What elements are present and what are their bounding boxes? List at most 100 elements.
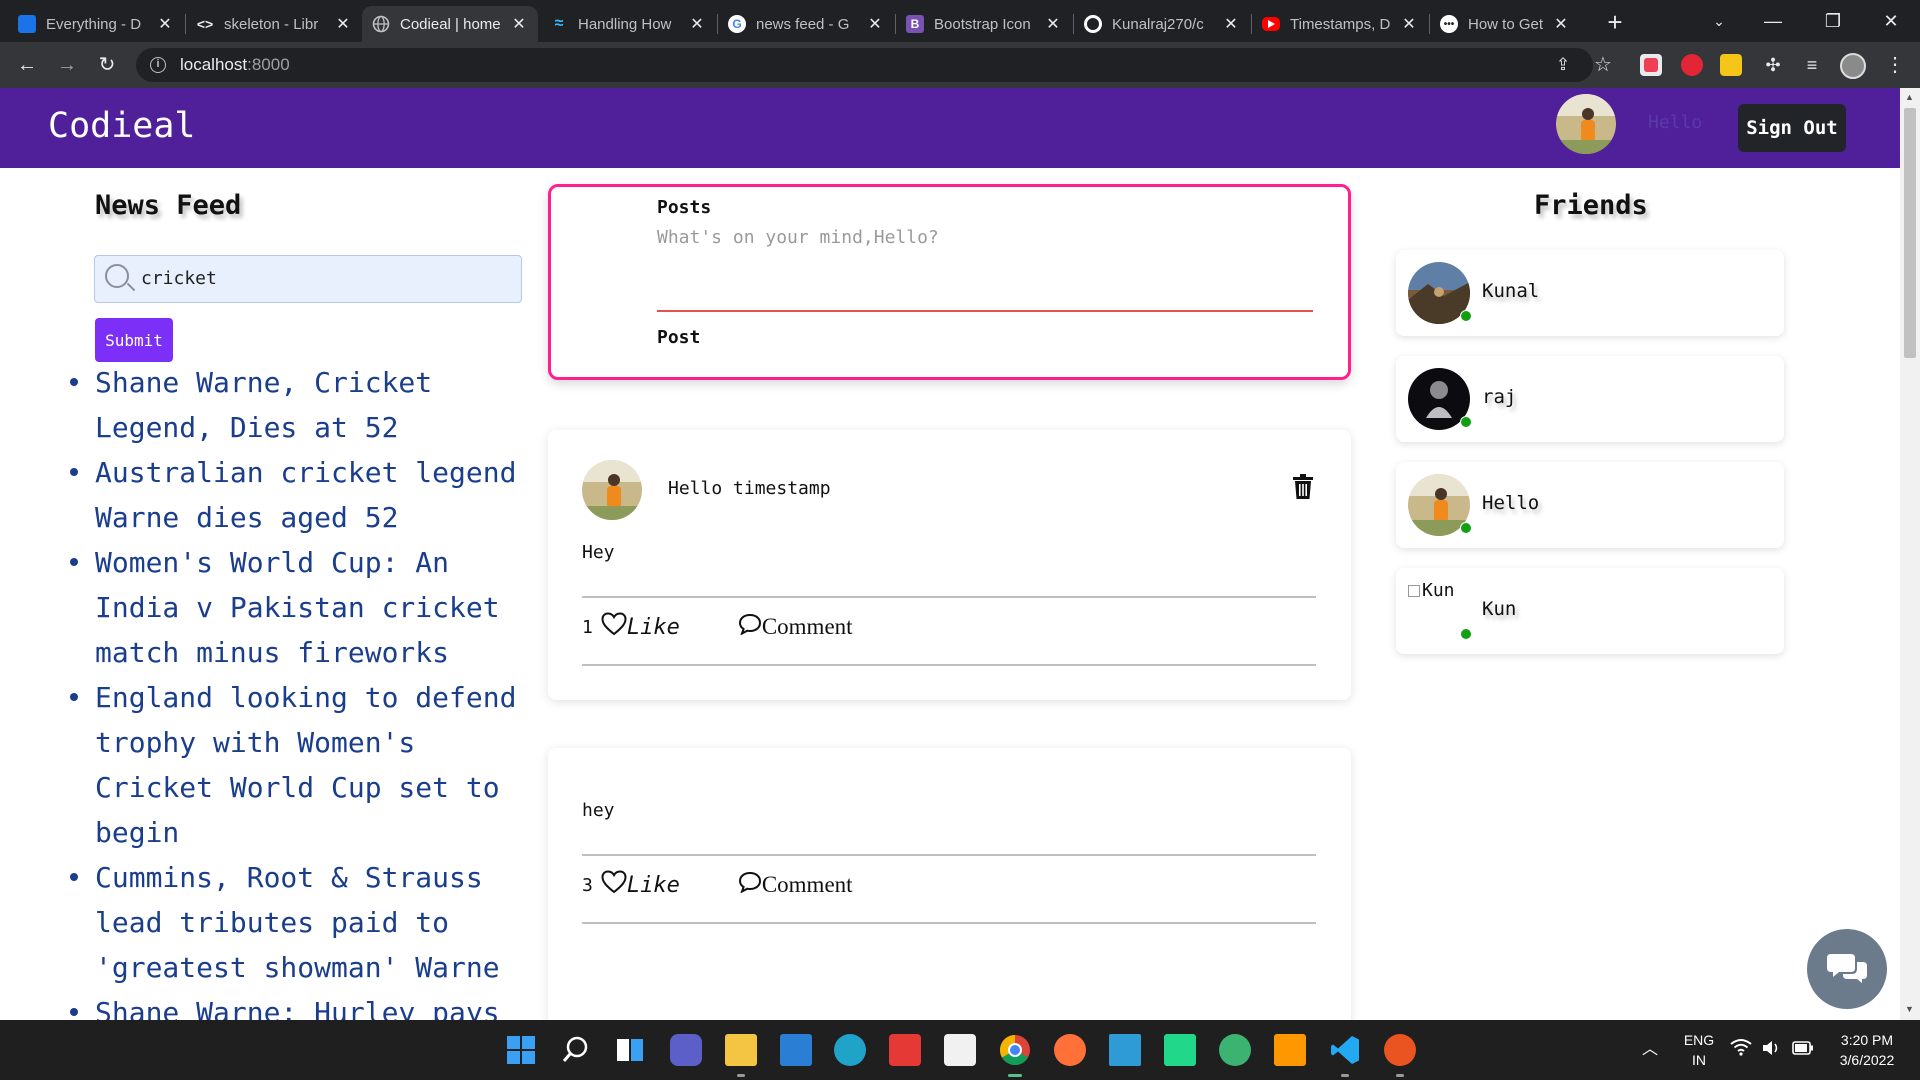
firefox-icon[interactable] bbox=[1054, 1034, 1086, 1066]
sign-out-button[interactable]: Sign Out bbox=[1738, 104, 1846, 152]
new-tab-plus-icon[interactable]: + bbox=[1600, 8, 1630, 36]
tab-news-feed[interactable]: G news feed - G ✕ bbox=[718, 6, 894, 42]
friend-card-hello[interactable]: Hello bbox=[1396, 462, 1784, 548]
scroll-down-arrow-icon[interactable]: ▼ bbox=[1905, 1004, 1914, 1014]
news-link[interactable]: Cummins, Root & Strauss lead tributes pa… bbox=[60, 855, 530, 990]
friend-name: Kun bbox=[1482, 598, 1517, 620]
post-author-avatar[interactable] bbox=[582, 460, 642, 520]
tab-timestamps[interactable]: Timestamps, D ✕ bbox=[1252, 6, 1428, 42]
remote-desktop-icon[interactable] bbox=[1109, 1034, 1141, 1066]
news-link[interactable]: England looking to defend trophy with Wo… bbox=[60, 675, 530, 855]
post-textarea[interactable]: What's on your mind,Hello? bbox=[657, 227, 939, 248]
online-status-dot bbox=[1460, 310, 1472, 322]
like-button[interactable]: Like bbox=[601, 870, 680, 900]
chat-fab-button[interactable] bbox=[1807, 929, 1887, 1009]
tab-how-to-get[interactable]: ••• How to Get C ✕ bbox=[1430, 6, 1580, 42]
clock-time: 3:20 PM bbox=[1840, 1032, 1894, 1048]
close-icon[interactable]: ✕ bbox=[688, 14, 706, 34]
close-icon[interactable]: ✕ bbox=[510, 14, 528, 34]
android-studio-icon[interactable] bbox=[1219, 1034, 1251, 1066]
friend-name: Kunal bbox=[1482, 280, 1540, 302]
tab-github[interactable]: Kunalraj270/c ✕ bbox=[1074, 6, 1250, 42]
windows-start-icon[interactable] bbox=[505, 1034, 537, 1066]
tab-skeleton[interactable]: <> skeleton - Libr ✕ bbox=[186, 6, 362, 42]
broken-image-icon: Kun bbox=[1408, 580, 1455, 601]
back-arrow-icon[interactable]: ← bbox=[12, 50, 42, 80]
mail-icon[interactable] bbox=[780, 1034, 812, 1066]
extensions-puzzle-icon[interactable]: ✣ bbox=[1758, 50, 1788, 80]
bookmark-star-icon[interactable]: ☆ bbox=[1588, 50, 1618, 80]
share-icon[interactable]: ⇪ bbox=[1548, 50, 1578, 80]
minimize-icon[interactable]: — bbox=[1748, 4, 1798, 38]
language-indicator[interactable]: ENG IN bbox=[1682, 1030, 1716, 1070]
user-avatar[interactable] bbox=[1556, 94, 1616, 154]
kebab-menu-icon[interactable]: ⋮ bbox=[1880, 50, 1910, 80]
store-icon[interactable] bbox=[944, 1034, 976, 1066]
adblock-extension-icon[interactable] bbox=[1681, 54, 1703, 76]
comment-button[interactable]: Comment bbox=[738, 871, 853, 899]
media-queue-icon[interactable]: ≡ bbox=[1797, 50, 1827, 80]
close-icon[interactable]: ✕ bbox=[1400, 14, 1418, 34]
pocket-extension-icon[interactable] bbox=[1640, 54, 1662, 76]
search-icon[interactable] bbox=[560, 1034, 592, 1066]
ubuntu-icon[interactable] bbox=[1384, 1034, 1416, 1077]
tray-chevron-icon[interactable]: ︿ bbox=[1642, 1040, 1658, 1060]
post-button[interactable]: Post bbox=[657, 327, 700, 348]
comment-button[interactable]: Comment bbox=[738, 613, 853, 641]
wifi-icon[interactable] bbox=[1730, 1038, 1752, 1062]
google-icon: G bbox=[728, 15, 746, 33]
sublime-text-icon[interactable] bbox=[1274, 1034, 1306, 1066]
chrome-icon[interactable] bbox=[999, 1034, 1031, 1077]
trash-icon[interactable] bbox=[1292, 474, 1314, 500]
tab-handling[interactable]: ≈ Handling How ✕ bbox=[540, 6, 716, 42]
friend-card-raj[interactable]: raj bbox=[1396, 356, 1784, 442]
close-icon[interactable]: ✕ bbox=[334, 14, 352, 34]
news-link[interactable]: Shane Warne: Hurley pays bbox=[60, 990, 530, 1020]
news-link[interactable]: Australian cricket legend Warne dies age… bbox=[60, 450, 530, 540]
edge-icon[interactable] bbox=[834, 1034, 866, 1066]
close-icon[interactable]: ✕ bbox=[1552, 14, 1570, 34]
close-icon[interactable]: ✕ bbox=[156, 14, 174, 34]
tab-codieal[interactable]: Codieal | home ✕ bbox=[362, 6, 538, 42]
file-explorer-icon[interactable] bbox=[725, 1034, 757, 1077]
clock[interactable]: 3:20 PM 3/6/2022 bbox=[1832, 1030, 1902, 1070]
scroll-up-arrow-icon[interactable]: ▲ bbox=[1905, 92, 1914, 102]
forward-arrow-icon[interactable]: → bbox=[52, 50, 82, 80]
address-bar[interactable]: i localhost :8000 bbox=[136, 48, 1593, 82]
news-feed-title: News Feed bbox=[95, 190, 242, 221]
close-icon[interactable]: ✕ bbox=[866, 14, 884, 34]
nav-username[interactable]: Hello bbox=[1648, 112, 1702, 133]
gift-app-icon[interactable] bbox=[889, 1034, 921, 1066]
composer-label: Posts bbox=[657, 197, 712, 218]
profile-avatar-icon[interactable] bbox=[1840, 53, 1866, 79]
friend-card-kunal[interactable]: Kunal bbox=[1396, 250, 1784, 336]
tab-bootstrap[interactable]: B Bootstrap Icon ✕ bbox=[896, 6, 1072, 42]
battery-icon[interactable] bbox=[1792, 1040, 1814, 1062]
close-icon[interactable]: ✕ bbox=[1222, 14, 1240, 34]
close-icon[interactable]: ✕ bbox=[1044, 14, 1062, 34]
teams-chat-icon[interactable] bbox=[670, 1034, 702, 1066]
emoji-extension-icon[interactable] bbox=[1720, 54, 1742, 76]
submit-button[interactable]: Submit bbox=[95, 318, 173, 362]
github-icon bbox=[1084, 15, 1102, 33]
tab-search-chevron-icon[interactable]: ⌄ bbox=[1694, 4, 1744, 38]
reload-icon[interactable]: ↻ bbox=[92, 50, 122, 80]
window-close-icon[interactable]: ✕ bbox=[1866, 4, 1916, 38]
task-view-icon[interactable] bbox=[614, 1034, 646, 1066]
friend-name: raj bbox=[1482, 386, 1517, 408]
friend-card-kun[interactable]: Kun Kun bbox=[1396, 568, 1784, 654]
like-count: 3 bbox=[582, 874, 593, 896]
restore-icon[interactable]: ❐ bbox=[1808, 4, 1858, 38]
scroll-thumb[interactable] bbox=[1904, 108, 1916, 358]
news-link[interactable]: Women's World Cup: An India v Pakistan c… bbox=[60, 540, 530, 675]
like-button[interactable]: Like bbox=[601, 612, 680, 642]
pycharm-icon[interactable] bbox=[1164, 1034, 1196, 1066]
page-scrollbar[interactable]: ▲ ▼ bbox=[1900, 88, 1920, 1020]
vscode-icon[interactable] bbox=[1329, 1034, 1361, 1077]
news-search-input[interactable]: cricket bbox=[94, 255, 522, 303]
brand-logo[interactable]: Codieal bbox=[48, 106, 196, 146]
tab-everything[interactable]: Everything - D ✕ bbox=[8, 6, 184, 42]
site-info-icon[interactable]: i bbox=[150, 57, 166, 73]
volume-icon[interactable] bbox=[1762, 1039, 1782, 1063]
news-link[interactable]: Shane Warne, Cricket Legend, Dies at 52 bbox=[60, 360, 530, 450]
